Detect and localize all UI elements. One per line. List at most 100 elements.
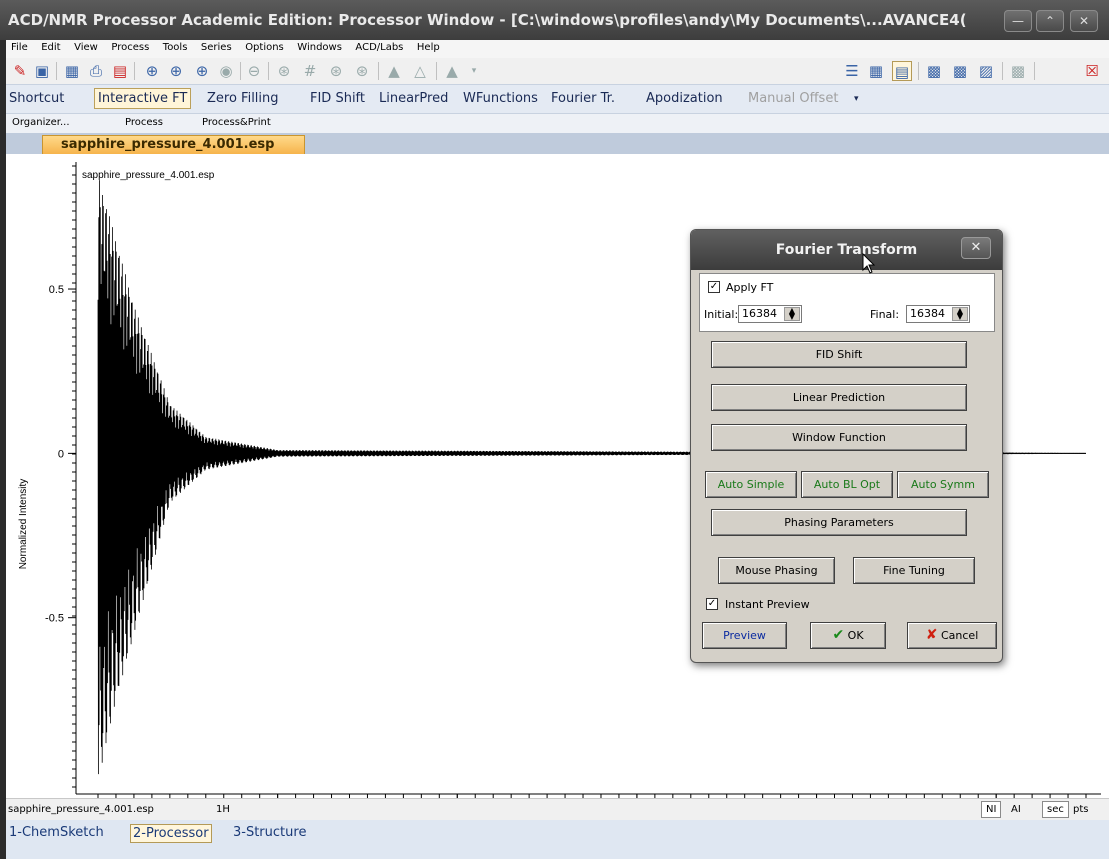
proc-interactive-ft[interactable]: Interactive FT <box>94 88 192 109</box>
proc-zero-filling[interactable]: Zero Filling <box>207 91 279 106</box>
minimize-icon[interactable]: — <box>1004 10 1032 32</box>
final-label: Final: <box>870 308 900 321</box>
initial-label: Initial: <box>704 308 739 321</box>
fid-shift-button[interactable]: FID Shift <box>711 341 967 368</box>
menu-process[interactable]: Process <box>106 40 154 53</box>
zoom-in-icon[interactable]: ⊕ <box>192 61 212 81</box>
plot-view-icon[interactable]: ▤ <box>892 61 912 81</box>
final-value: 16384 <box>910 307 945 320</box>
print-preview-icon[interactable]: ▦ <box>62 61 82 81</box>
subtab-process-print[interactable]: Process&Print <box>202 117 271 128</box>
auto-bl-opt-button[interactable]: Auto BL Opt <box>801 471 893 498</box>
tab-chemsketch[interactable]: 1-ChemSketch <box>7 824 106 843</box>
proc-fourier-tr[interactable]: Fourier Tr. <box>551 91 615 106</box>
status-ni-button[interactable]: NI <box>981 801 1002 818</box>
status-bar: sapphire_pressure_4.001.esp 1H NI AI sec… <box>6 798 1109 820</box>
status-sec-button[interactable]: sec <box>1042 801 1069 818</box>
apply-ft-checkbox[interactable]: ✓ <box>708 281 720 293</box>
dialog-title: Fourier Transform <box>691 230 1002 270</box>
print-icon[interactable]: ⎙ <box>86 61 106 81</box>
stack-icon[interactable]: ▩ <box>924 61 944 81</box>
overlay-icon[interactable]: ▩ <box>950 61 970 81</box>
zoom-out-icon[interactable]: ⊖ <box>244 61 264 81</box>
toolbar-separator <box>918 62 919 80</box>
tab-structure[interactable]: 3-Structure <box>231 824 308 843</box>
spin-arrows-icon[interactable]: ▲ ▼ <box>784 307 800 321</box>
close-icon[interactable]: ✕ <box>1070 10 1098 32</box>
toolbar-separator <box>268 62 269 80</box>
menu-windows[interactable]: Windows <box>292 40 347 53</box>
spectrum-icon[interactable]: ▲ <box>442 61 462 81</box>
zoom-region-icon[interactable]: ⊕ <box>166 61 186 81</box>
pdf-icon[interactable]: ▤ <box>110 61 130 81</box>
subtab-organizer[interactable]: Organizer... <box>12 117 70 128</box>
document-tab[interactable]: sapphire_pressure_4.001.esp <box>42 135 305 154</box>
list-view-icon[interactable]: ☰ <box>842 61 862 81</box>
menu-help[interactable]: Help <box>412 40 445 53</box>
fourier-transform-dialog: Fourier Transform ✕ ✓ Apply FT Initial: … <box>690 229 1003 663</box>
toolbar-separator <box>134 62 135 80</box>
zoom-hand-icon[interactable]: ◉ <box>216 61 236 81</box>
window-function-button[interactable]: Window Function <box>711 424 967 451</box>
ok-button[interactable]: ✔ OK <box>810 622 886 649</box>
status-nucleus: 1H <box>216 804 230 815</box>
auto-symm-button[interactable]: Auto Symm <box>897 471 989 498</box>
tab-processor[interactable]: 2-Processor <box>130 824 212 843</box>
number-icon[interactable]: # <box>300 61 320 81</box>
proc-apodization[interactable]: Apodization <box>646 91 723 106</box>
status-filename: sapphire_pressure_4.001.esp <box>8 804 154 815</box>
fine-tuning-button[interactable]: Fine Tuning <box>853 557 975 584</box>
cancel-label: Cancel <box>940 629 979 642</box>
initial-spinbox[interactable]: 16384 ▲ ▼ <box>738 305 802 323</box>
proc-shortcut[interactable]: Shortcut <box>9 91 64 106</box>
arrange-icon[interactable]: ▨ <box>976 61 996 81</box>
open-icon[interactable]: ✎ <box>10 61 30 81</box>
mouse-phasing-button[interactable]: Mouse Phasing <box>718 557 835 584</box>
instant-preview-checkbox[interactable]: ✓ <box>706 598 718 610</box>
zoom-full-icon[interactable]: ⊕ <box>142 61 162 81</box>
linear-prediction-button[interactable]: Linear Prediction <box>711 384 967 411</box>
grid-view-icon[interactable]: ▦ <box>866 61 886 81</box>
toolbar-overflow-icon[interactable]: ▾ <box>464 61 484 81</box>
proc-wfunctions[interactable]: WFunctions <box>463 91 538 106</box>
peak-pick-icon[interactable]: ⊛ <box>274 61 294 81</box>
proc-linearpred[interactable]: LinearPred <box>379 91 448 106</box>
status-ai-button[interactable]: AI <box>1006 801 1026 818</box>
document-tab-strip: sapphire_pressure_4.001.esp <box>6 133 1109 154</box>
checkmark-icon: ✔ <box>832 627 845 643</box>
structure-icon[interactable]: ▲ <box>384 61 404 81</box>
menu-tools[interactable]: Tools <box>158 40 193 53</box>
apply-ft-label: Apply FT <box>726 281 774 294</box>
menu-acdlabs[interactable]: ACD/Labs <box>350 40 408 53</box>
proc-fid-shift[interactable]: FID Shift <box>310 91 365 106</box>
preview-button[interactable]: Preview <box>702 622 787 649</box>
integrate-icon[interactable]: ⊛ <box>326 61 346 81</box>
proc-overflow-icon[interactable]: ▾ <box>854 94 859 104</box>
ok-label: OK <box>847 629 864 642</box>
toolbar-separator <box>1002 62 1003 80</box>
subtab-process[interactable]: Process <box>125 117 163 128</box>
toolbar-separator <box>240 62 241 80</box>
menu-view[interactable]: View <box>69 40 103 53</box>
cancel-x-icon: ✘ <box>925 627 938 643</box>
maximize-icon[interactable]: ⌃ <box>1036 10 1064 32</box>
auto-simple-button[interactable]: Auto Simple <box>705 471 797 498</box>
sub-tab-bar: Organizer... Process Process&Print <box>6 114 1109 133</box>
close-document-icon[interactable]: ☒ <box>1082 61 1102 81</box>
status-pts-button[interactable]: pts <box>1068 801 1093 818</box>
menu-options[interactable]: Options <box>240 40 289 53</box>
phasing-parameters-button[interactable]: Phasing Parameters <box>711 509 967 536</box>
title-bar: ACD/NMR Processor Academic Edition: Proc… <box>0 0 1109 40</box>
multiplet-icon[interactable]: ⊛ <box>352 61 372 81</box>
cancel-button[interactable]: ✘ Cancel <box>907 622 997 649</box>
menu-series[interactable]: Series <box>196 40 237 53</box>
main-toolbar: ✎ ▣ ▦ ⎙ ▤ ⊕ ⊕ ⊕ ◉ ⊖ ⊛ # ⊛ ⊛ ▲ △ ▲ ▾ ☰ ▦ … <box>6 58 1109 84</box>
final-spinbox[interactable]: 16384 ▲ ▼ <box>906 305 970 323</box>
dialog-close-icon[interactable]: ✕ <box>961 237 991 259</box>
assign-icon[interactable]: △ <box>410 61 430 81</box>
menu-edit[interactable]: Edit <box>36 40 65 53</box>
spin-arrows-icon[interactable]: ▲ ▼ <box>952 307 968 321</box>
save-icon[interactable]: ▣ <box>32 61 52 81</box>
compare-icon[interactable]: ▩ <box>1008 61 1028 81</box>
menu-file[interactable]: File <box>6 40 33 53</box>
